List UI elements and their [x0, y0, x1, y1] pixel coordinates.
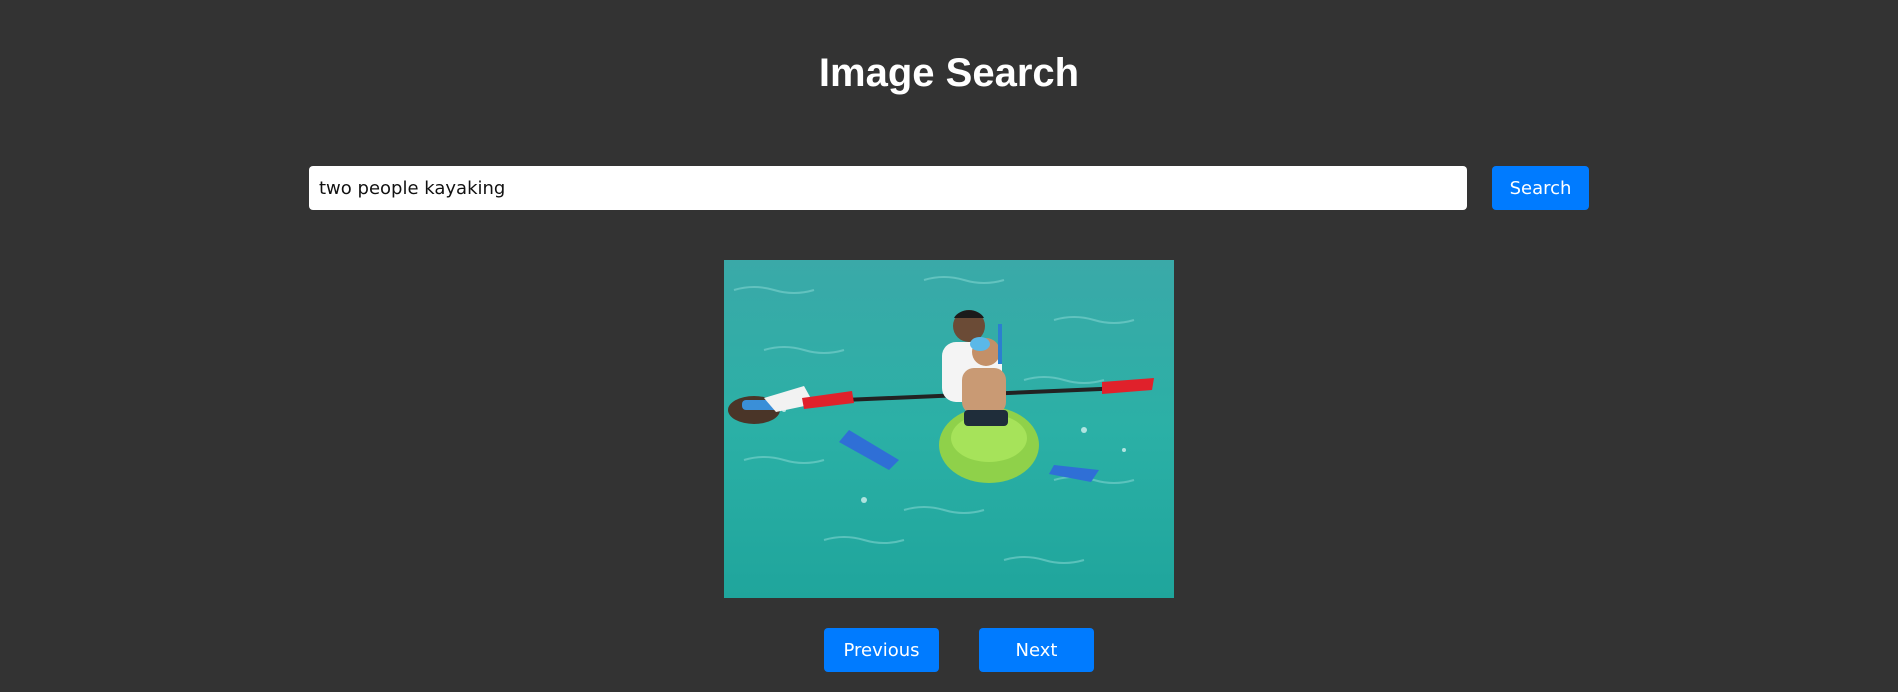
page-title: Image Search — [818, 51, 1080, 95]
result-image — [724, 260, 1174, 598]
search-input[interactable] — [309, 166, 1467, 210]
previous-button[interactable]: Previous — [824, 628, 939, 672]
search-button[interactable]: Search — [1492, 166, 1589, 210]
next-button[interactable]: Next — [979, 628, 1094, 672]
image-search-page: Image Search Search — [0, 0, 1898, 692]
